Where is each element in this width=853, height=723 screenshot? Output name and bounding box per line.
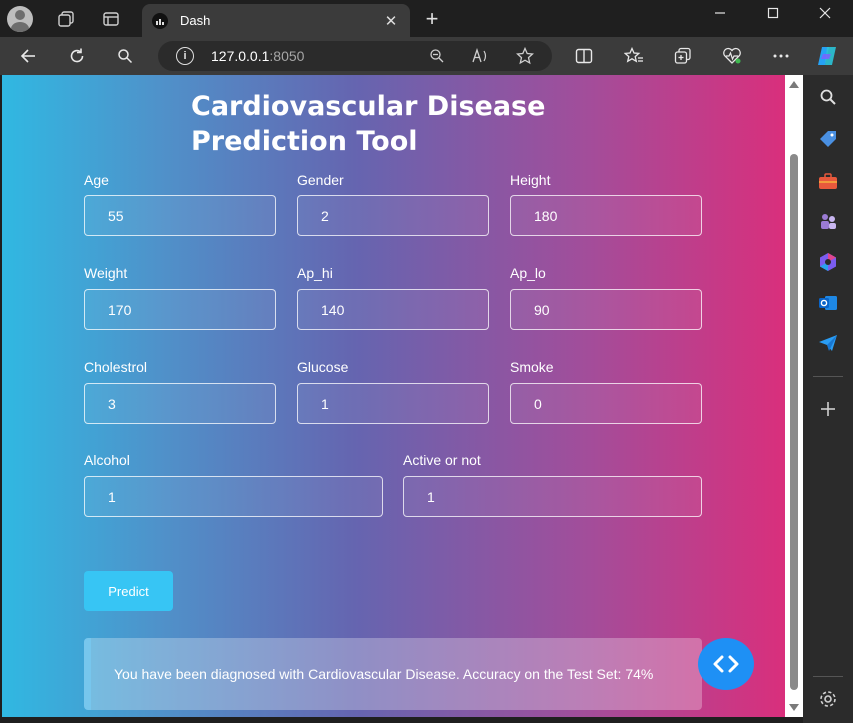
sidebar-search-icon[interactable]: [816, 85, 840, 109]
dash-debug-button[interactable]: [698, 638, 754, 690]
page-title-line-2: Prediction Tool: [191, 126, 418, 157]
browser-window: Dash ✕ + i 127.0.0.1:8050 Cardiovascular…: [0, 0, 853, 723]
read-aloud-icon[interactable]: [471, 46, 491, 66]
maximize-button[interactable]: [749, 0, 797, 25]
gender-label: Gender: [297, 172, 344, 188]
scroll-up-arrow-icon[interactable]: [789, 81, 799, 88]
collections-icon[interactable]: [669, 42, 697, 70]
send-icon[interactable]: [816, 331, 840, 355]
weight-input[interactable]: 170: [84, 289, 276, 330]
close-window-button[interactable]: [801, 0, 849, 25]
scrollbar-thumb[interactable]: [790, 154, 798, 690]
age-label: Age: [84, 172, 109, 188]
page-title-line-1: Cardiovascular Disease: [191, 91, 546, 122]
tab-close-icon[interactable]: ✕: [382, 12, 400, 30]
height-input[interactable]: 180: [510, 195, 702, 236]
cholestrol-input[interactable]: 3: [84, 383, 276, 424]
predict-button[interactable]: Predict: [84, 571, 173, 611]
tab-title: Dash: [180, 13, 211, 28]
tab-strip: Dash ✕ +: [0, 0, 853, 37]
glucose-input[interactable]: 1: [297, 383, 489, 424]
ap-hi-input[interactable]: 140: [297, 289, 489, 330]
refresh-icon[interactable]: [63, 42, 91, 70]
ap-lo-input[interactable]: 90: [510, 289, 702, 330]
address-bar[interactable]: i 127.0.0.1:8050: [158, 41, 552, 71]
shopping-tag-icon[interactable]: [816, 127, 840, 151]
url-text: 127.0.0.1:8050: [211, 48, 304, 64]
add-sidebar-app-icon[interactable]: [816, 397, 840, 421]
search-icon[interactable]: [111, 42, 139, 70]
minimize-button[interactable]: [696, 0, 744, 25]
browser-toolbar: i 127.0.0.1:8050: [0, 37, 853, 75]
browser-essentials-icon[interactable]: [718, 42, 746, 70]
split-screen-icon[interactable]: [570, 42, 598, 70]
gender-input[interactable]: 2: [297, 195, 489, 236]
page-scrollbar[interactable]: [785, 75, 803, 717]
outlook-icon[interactable]: [816, 291, 840, 315]
ap-hi-label: Ap_hi: [297, 265, 333, 281]
cholestrol-label: Cholestrol: [84, 359, 148, 375]
sidebar-divider: [813, 376, 843, 377]
games-icon[interactable]: [816, 209, 840, 233]
zoom-out-icon[interactable]: [427, 46, 447, 66]
profile-avatar[interactable]: [6, 5, 34, 33]
page-viewport: Cardiovascular Disease Prediction Tool A…: [2, 75, 785, 717]
favorites-icon[interactable]: [620, 42, 648, 70]
microsoft-365-icon[interactable]: [816, 250, 840, 274]
back-arrow-icon[interactable]: [14, 42, 42, 70]
sidebar-divider-bottom: [813, 676, 843, 677]
glucose-label: Glucose: [297, 359, 349, 375]
active-input[interactable]: 1: [403, 476, 702, 517]
workspaces-icon[interactable]: [52, 5, 80, 33]
site-info-icon[interactable]: i: [176, 47, 194, 65]
copilot-icon[interactable]: [813, 42, 841, 70]
tab-dash[interactable]: Dash ✕: [142, 4, 410, 37]
edge-sidebar: [803, 75, 853, 723]
page-title: Cardiovascular Disease Prediction Tool: [191, 89, 591, 159]
scroll-down-arrow-icon[interactable]: [789, 704, 799, 711]
new-tab-button[interactable]: +: [418, 6, 446, 32]
prediction-result: You have been diagnosed with Cardiovascu…: [84, 638, 702, 710]
age-input[interactable]: 55: [84, 195, 276, 236]
alcohol-input[interactable]: 1: [84, 476, 383, 517]
favorite-star-icon[interactable]: [515, 46, 535, 66]
ap-lo-label: Ap_lo: [510, 265, 546, 281]
dash-favicon-icon: [152, 12, 168, 29]
tools-briefcase-icon[interactable]: [816, 169, 840, 193]
more-menu-icon[interactable]: [767, 42, 795, 70]
smoke-label: Smoke: [510, 359, 554, 375]
code-brackets-icon: [713, 655, 739, 673]
tab-actions-icon[interactable]: [97, 5, 125, 33]
weight-label: Weight: [84, 265, 128, 281]
active-label: Active or not: [403, 452, 481, 468]
settings-gear-icon[interactable]: [816, 687, 840, 711]
height-label: Height: [510, 172, 551, 188]
url-port: :8050: [269, 48, 305, 64]
smoke-input[interactable]: 0: [510, 383, 702, 424]
alcohol-label: Alcohol: [84, 452, 130, 468]
url-host: 127.0.0.1: [211, 48, 270, 64]
